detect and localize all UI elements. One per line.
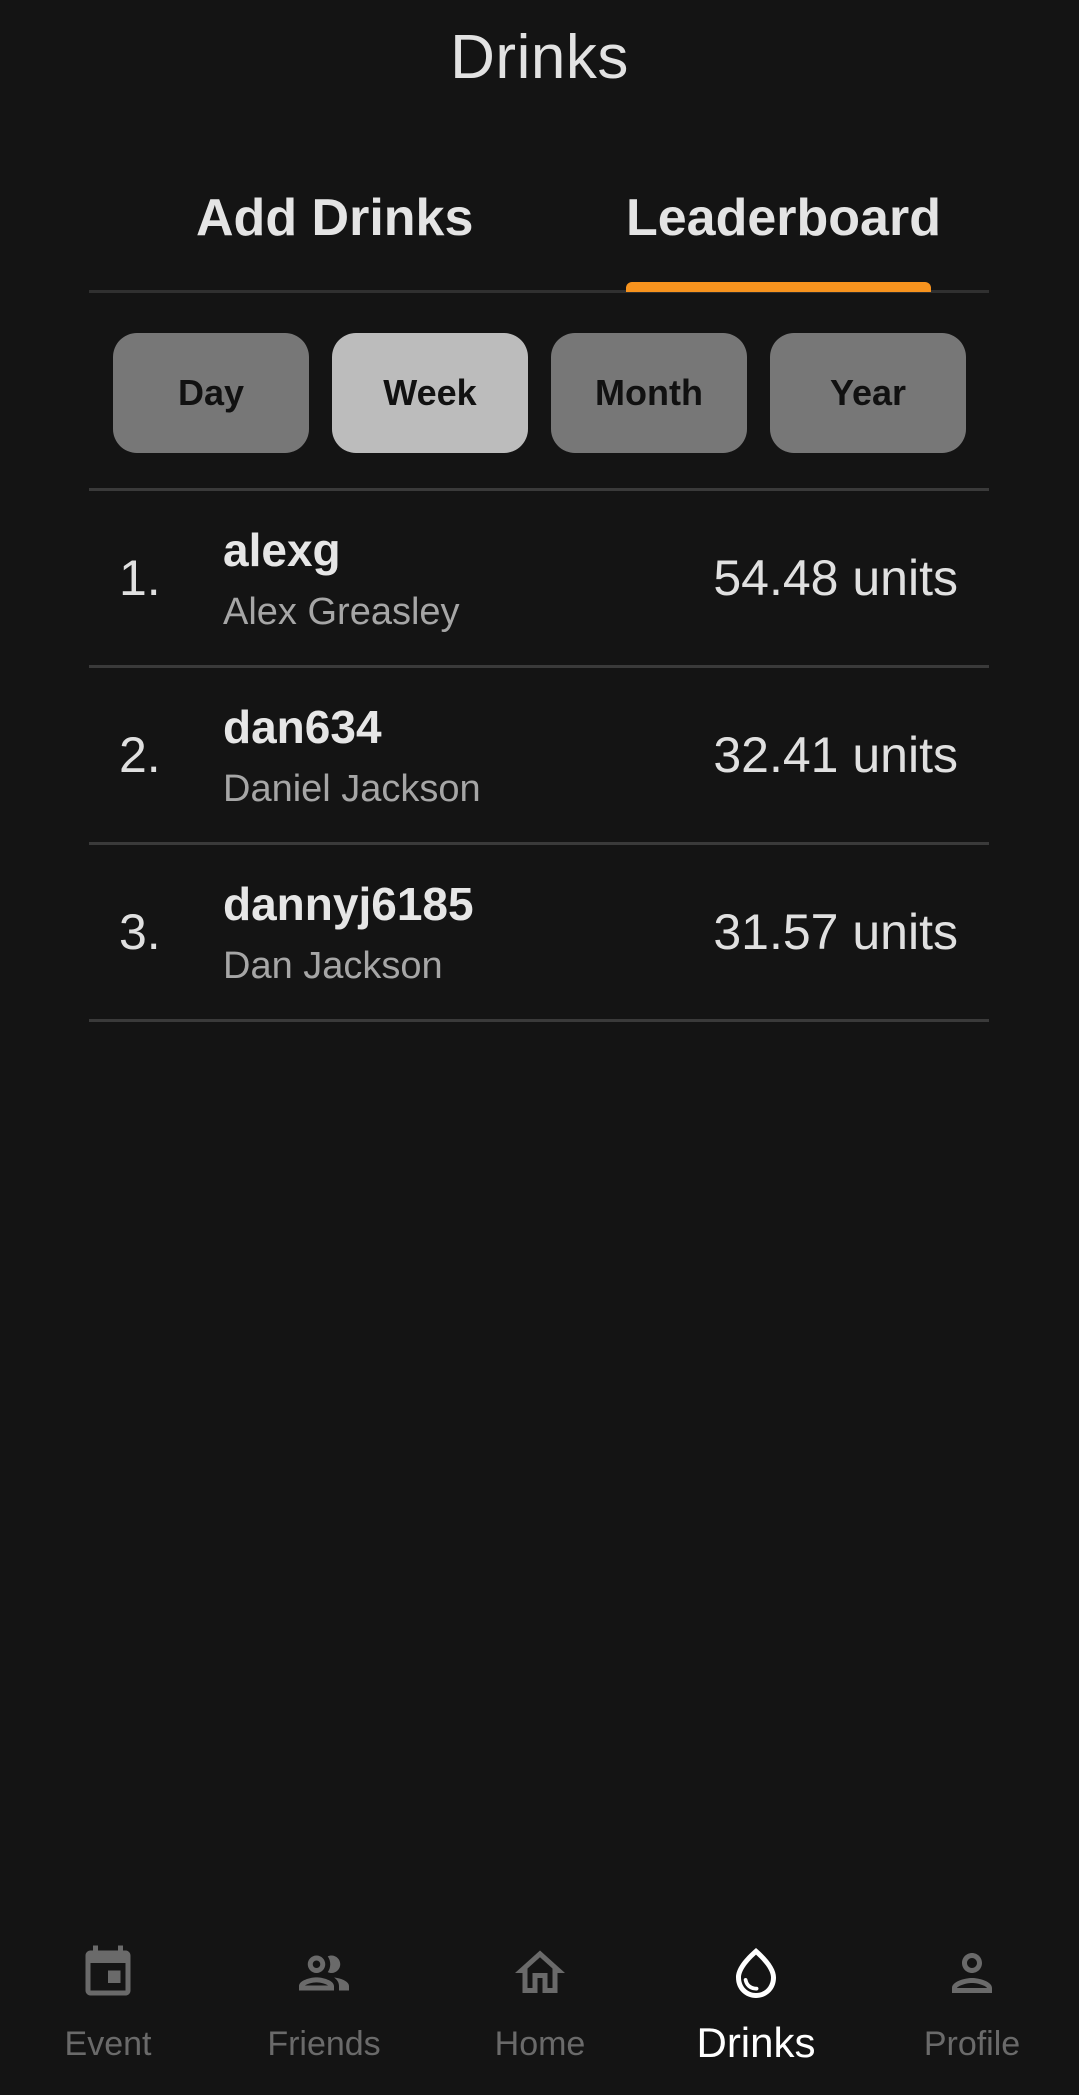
period-filter-group: Day Week Month Year	[113, 333, 966, 453]
nav-item-profile[interactable]: Profile	[864, 1925, 1079, 2095]
filter-week-button[interactable]: Week	[332, 333, 528, 453]
home-icon	[515, 1950, 565, 1993]
username: alexg	[223, 524, 341, 576]
water-drop-icon	[736, 1948, 776, 1998]
filter-month-button[interactable]: Month	[551, 333, 747, 453]
nav-item-friends[interactable]: Friends	[216, 1925, 432, 2095]
calendar-icon	[85, 1945, 131, 1996]
people-icon	[299, 1955, 349, 1991]
nav-label-profile: Profile	[923, 2025, 1021, 2063]
units-value: 54.48 units	[713, 550, 958, 606]
tab-add-drinks[interactable]: Add Drinks	[196, 188, 473, 248]
bottom-navigation: Event Friends Home Drinks Profile	[0, 1925, 1079, 2095]
rank-number: 3.	[119, 904, 161, 960]
tab-bar: Add Drinks Leaderboard	[89, 170, 989, 293]
leaderboard-row[interactable]: 1. alexg Alex Greasley 54.48 units	[89, 491, 989, 668]
nav-label-home: Home	[494, 2025, 586, 2063]
nav-label-event: Event	[64, 2025, 152, 2063]
leaderboard-row[interactable]: 3. dannyj6185 Dan Jackson 31.57 units	[89, 845, 989, 1022]
nav-item-event[interactable]: Event	[0, 1925, 216, 2095]
nav-item-home[interactable]: Home	[432, 1925, 648, 2095]
username: dannyj6185	[223, 878, 474, 930]
units-value: 31.57 units	[713, 904, 958, 960]
nav-item-drinks[interactable]: Drinks	[648, 1925, 864, 2095]
leaderboard-list: 1. alexg Alex Greasley 54.48 units 2. da…	[89, 488, 989, 1022]
filter-day-button[interactable]: Day	[113, 333, 309, 453]
units-value: 32.41 units	[713, 727, 958, 783]
tab-leaderboard[interactable]: Leaderboard	[626, 188, 941, 248]
page-title: Drinks	[450, 23, 629, 92]
username: dan634	[223, 701, 382, 753]
full-name: Alex Greasley	[223, 591, 460, 633]
active-tab-indicator	[626, 282, 931, 292]
nav-label-friends: Friends	[267, 2025, 381, 2063]
person-icon	[952, 1953, 992, 1993]
full-name: Dan Jackson	[223, 945, 443, 987]
rank-number: 2.	[119, 727, 161, 783]
nav-label-drinks: Drinks	[696, 2019, 816, 2066]
leaderboard-row[interactable]: 2. dan634 Daniel Jackson 32.41 units	[89, 668, 989, 845]
filter-year-button[interactable]: Year	[770, 333, 966, 453]
rank-number: 1.	[119, 550, 161, 606]
full-name: Daniel Jackson	[223, 768, 481, 810]
